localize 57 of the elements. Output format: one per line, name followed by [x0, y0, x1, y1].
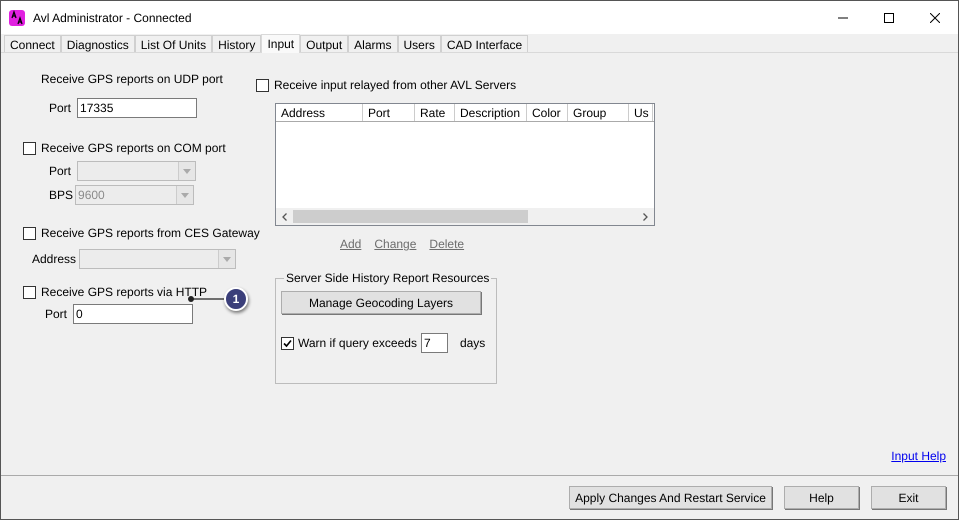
- tab[interactable]: Output: [300, 35, 348, 52]
- column-header[interactable]: Description: [455, 104, 527, 121]
- checkbox[interactable]: [23, 142, 36, 154]
- tab[interactable]: CAD Interface: [440, 35, 528, 52]
- field-label: Port: [49, 100, 72, 117]
- tab[interactable]: Input: [261, 34, 300, 53]
- field-label: Port: [49, 163, 72, 180]
- input-field[interactable]: 17335: [77, 98, 198, 118]
- column-header[interactable]: Group: [568, 104, 629, 121]
- app-logo-icon: [9, 10, 25, 26]
- column-header[interactable]: Address: [276, 104, 363, 121]
- action-link[interactable]: Add: [340, 235, 362, 253]
- group-title: Server Side History Report Resources: [285, 270, 490, 287]
- close-icon: [930, 12, 940, 22]
- input-field[interactable]: 0: [73, 304, 194, 324]
- tab[interactable]: List Of Units: [134, 35, 212, 52]
- checkbox[interactable]: [256, 78, 269, 92]
- input-field[interactable]: 7: [420, 333, 448, 353]
- checkbox-label: Receive GPS reports on COM port: [41, 140, 226, 157]
- tab[interactable]: Users: [398, 35, 441, 52]
- column-header[interactable]: Port: [363, 104, 415, 121]
- tab[interactable]: Alarms: [348, 35, 398, 52]
- scroll-right-icon[interactable]: [643, 212, 648, 220]
- checkbox-label: Warn if query exceeds: [298, 335, 417, 352]
- horizontal-scrollbar[interactable]: [276, 208, 654, 225]
- maximize-icon: [884, 12, 894, 22]
- checkbox-label: Receive input relayed from other AVL Servers: [274, 77, 516, 94]
- caret-icon: [183, 168, 192, 174]
- checkbox[interactable]: [23, 226, 36, 240]
- column-header[interactable]: Color: [527, 104, 568, 121]
- unit-label: days: [460, 335, 486, 352]
- leader-line: [188, 296, 224, 302]
- dialog-button[interactable]: Help: [784, 486, 859, 509]
- field-label: BPS: [49, 187, 74, 204]
- input-help-link[interactable]: Input Help: [891, 447, 946, 465]
- checkbox[interactable]: [281, 336, 294, 350]
- window-title: Avl Administrator - Connected: [33, 10, 192, 26]
- tab[interactable]: History: [212, 35, 262, 52]
- caret-icon: [223, 256, 232, 262]
- dialog-button[interactable]: Apply Changes And Restart Service: [569, 486, 772, 509]
- action-link[interactable]: Delete: [429, 235, 464, 253]
- action-link[interactable]: Change: [374, 235, 416, 253]
- tab[interactable]: Diagnostics: [60, 35, 135, 52]
- manage-layers-button[interactable]: Manage Geocoding Layers: [281, 291, 481, 314]
- caret-icon: [181, 192, 190, 198]
- checkbox-label: Receive GPS reports via HTTP: [41, 284, 208, 301]
- field-label: Address: [32, 251, 76, 268]
- field-label: Port: [45, 306, 68, 323]
- tab[interactable]: Connect: [4, 35, 61, 52]
- section-label: Receive GPS reports on UDP port: [41, 71, 224, 88]
- checkbox[interactable]: [23, 286, 36, 298]
- dialog-button[interactable]: Exit: [871, 486, 946, 509]
- callout-badge: 1: [224, 287, 248, 311]
- column-header[interactable]: Us: [629, 104, 653, 121]
- column-header[interactable]: Rate: [415, 104, 455, 121]
- checkbox-label: Receive GPS reports from CES Gateway: [41, 225, 260, 242]
- scroll-left-icon[interactable]: [282, 212, 287, 220]
